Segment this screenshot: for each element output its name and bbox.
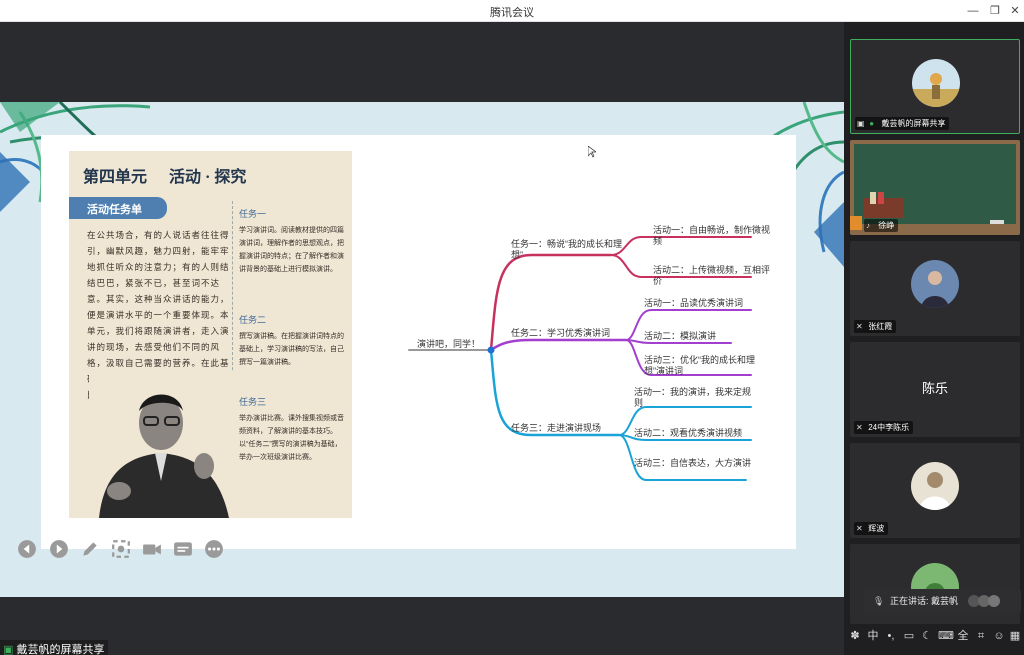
participant-tile[interactable]: ✕ 辉波: [850, 443, 1020, 538]
participant-name: 24中李陈乐: [868, 423, 910, 432]
ime-punctuation[interactable]: •,: [884, 628, 898, 644]
participant-name-tag: ✕ 辉波: [854, 522, 889, 535]
speaker-photo: [89, 371, 234, 518]
task-title: 任务二: [239, 315, 267, 325]
mindmap-branch: 任务二：学习优秀演讲词: [511, 328, 611, 338]
ime-fullwidth[interactable]: 全: [956, 628, 970, 644]
participant-name-tag: ♪ 徐峥: [864, 219, 899, 232]
user-icon[interactable]: ☺: [992, 628, 1006, 644]
close-button[interactable]: ✕: [1004, 2, 1024, 20]
task-body: 举办演讲比赛。课外搜集视频或音频资料，了解演讲的基本技巧。以“任务二”撰写的演讲…: [239, 415, 344, 461]
maximize-button[interactable]: ❐: [984, 2, 1006, 20]
task-body: 撰写演讲稿。在把握演讲词特点的基础上，学习演讲稿的写法，自己撰写一篇演讲稿。: [239, 333, 344, 366]
participant-display-name: 陈乐: [921, 381, 948, 396]
mindmap-leaf: 活动一：品读优秀演讲词: [644, 298, 744, 308]
mindmap-branch: 任务一：畅说“我的成长和理想”: [511, 239, 622, 260]
mindmap-branch: 任务三：走进演讲现场: [511, 423, 602, 433]
unit-title: 第四单元: [83, 169, 148, 186]
mindmap-leaf: 活动三：自信表达，大方演讲: [634, 458, 752, 468]
task-title: 任务一: [239, 209, 267, 219]
screen-share-owner: 戴芸帆的屏幕共享: [16, 644, 105, 655]
mic-icon: ●: [869, 119, 875, 128]
mind-map: 演讲吧，同学！ 任务一：畅说“我的成长和理想” 活动一：自由畅说，制作微视频 活…: [401, 215, 801, 485]
task-item: 任务三 举办演讲比赛。课外搜集视频或音频资料，了解演讲的基本技巧。以“任务二”撰…: [239, 395, 347, 464]
crop-icon[interactable]: ⌗: [974, 628, 988, 644]
task-item: 任务二 撰写演讲稿。在把握演讲词特点的基础上，学习演讲稿的写法，自己撰写一篇演讲…: [239, 313, 347, 369]
share-screen-icon: ▣: [857, 119, 865, 128]
speaking-indicator: 🎙 正在讲话: 戴芸帆: [864, 589, 1021, 613]
screen-share-label: ▣ 戴芸帆的屏幕共享: [0, 640, 109, 655]
mic-off-icon: ✕: [856, 423, 863, 432]
zoom-icon[interactable]: [111, 539, 131, 559]
keyboard-layout-icon[interactable]: ⌨: [938, 628, 954, 644]
slide-background: 第四单元 活动 · 探究 活动任务单 在公共场合，有的人说话者往往得引，幽默风趣…: [0, 102, 844, 597]
mouse-cursor: [588, 146, 596, 158]
task-body: 学习演讲词。阅读教材提供的四篇演讲词，理解作者的思想观点，把握演讲词的特点；在了…: [239, 227, 344, 273]
mindmap-leaf: 活动一：我的演讲，我来定规则: [634, 387, 752, 408]
paw-icon[interactable]: ✽: [848, 628, 862, 644]
participants-panel: ▣ ● 戴芸帆的屏幕共享 ♪ 徐峥 ✕ 张红霞 陈乐 ✕ 24中李陈乐 ✕ 辉波: [844, 22, 1024, 655]
participant-tile[interactable]: 陈乐 ✕ 24中李陈乐: [850, 342, 1020, 437]
moon-icon[interactable]: ☾: [920, 628, 934, 644]
previous-icon[interactable]: [17, 539, 37, 559]
participant-name: 戴芸帆的屏幕共享: [881, 119, 946, 128]
mic-icon: 🎙: [873, 596, 885, 606]
participant-tile[interactable]: ♪ 徐峥: [850, 140, 1020, 235]
participant-tile[interactable]: ▣ ● 戴芸帆的屏幕共享: [850, 39, 1020, 134]
task-title: 任务三: [239, 397, 267, 407]
taskbar-tray: ✽ 中 •, ▭ ☾ ⌨ 全 ⌗ ☺ ▦: [844, 625, 1024, 647]
avatar: [911, 260, 959, 308]
participant-name: 张红霞: [868, 322, 893, 331]
title-bar: 腾讯会议 — ❐ ✕: [0, 0, 1024, 22]
blurred-avatars: [968, 595, 1000, 607]
next-icon[interactable]: [49, 539, 69, 559]
speaking-label: 正在讲话: 戴芸帆: [890, 596, 959, 606]
more-icon[interactable]: [204, 539, 224, 559]
mindmap-leaf: 活动二：模拟演讲: [644, 331, 717, 341]
minimize-button[interactable]: —: [962, 2, 984, 20]
subtitle-icon[interactable]: [173, 539, 193, 559]
grid-icon[interactable]: ▦: [1008, 628, 1022, 644]
task-list-label: 活动任务单: [69, 197, 167, 219]
slide: 第四单元 活动 · 探究 活动任务单 在公共场合，有的人说话者往往得引，幽默风趣…: [41, 135, 796, 549]
mic-off-icon: ✕: [856, 322, 863, 331]
participant-name: 辉波: [868, 524, 885, 533]
task-item: 任务一 学习演讲词。阅读教材提供的四篇演讲词，理解作者的思想观点，把握演讲词的特…: [239, 207, 347, 276]
mindmap-leaf: 活动三：优化“我的成长和理想”演讲词: [644, 355, 755, 376]
participant-name: 徐峥: [878, 221, 895, 230]
participant-name-tag: ▣ ● 戴芸帆的屏幕共享: [855, 117, 950, 130]
camera-icon[interactable]: [142, 539, 162, 559]
window-title: 腾讯会议: [490, 7, 534, 19]
keyboard-icon[interactable]: ▭: [902, 628, 916, 644]
avatar: [911, 462, 959, 510]
screen-icon: ▣: [3, 644, 14, 655]
mic-off-icon: ✕: [856, 524, 863, 533]
avatar: [912, 59, 960, 107]
pen-icon[interactable]: [80, 539, 100, 559]
mic-icon: ♪: [866, 221, 870, 230]
textbook-page: 第四单元 活动 · 探究 活动任务单 在公共场合，有的人说话者往往得引，幽默风趣…: [69, 151, 352, 518]
mindmap-leaf: 活动二：观看优秀演讲视频: [634, 428, 743, 438]
participant-name-tag: ✕ 张红霞: [854, 320, 897, 333]
participant-tile[interactable]: ✕ 张红霞: [850, 241, 1020, 336]
host-tag: [850, 216, 862, 230]
unit-subtitle: 活动 · 探究: [169, 169, 247, 186]
mindmap-root: 演讲吧，同学！: [417, 339, 481, 349]
mindmap-leaf: 活动二：上传微视频，互相评价: [653, 265, 771, 286]
mindmap-leaf: 活动一：自由畅说，制作微视频: [653, 225, 771, 246]
ime-language[interactable]: 中: [866, 628, 880, 644]
participant-name-tag: ✕ 24中李陈乐: [854, 421, 914, 434]
